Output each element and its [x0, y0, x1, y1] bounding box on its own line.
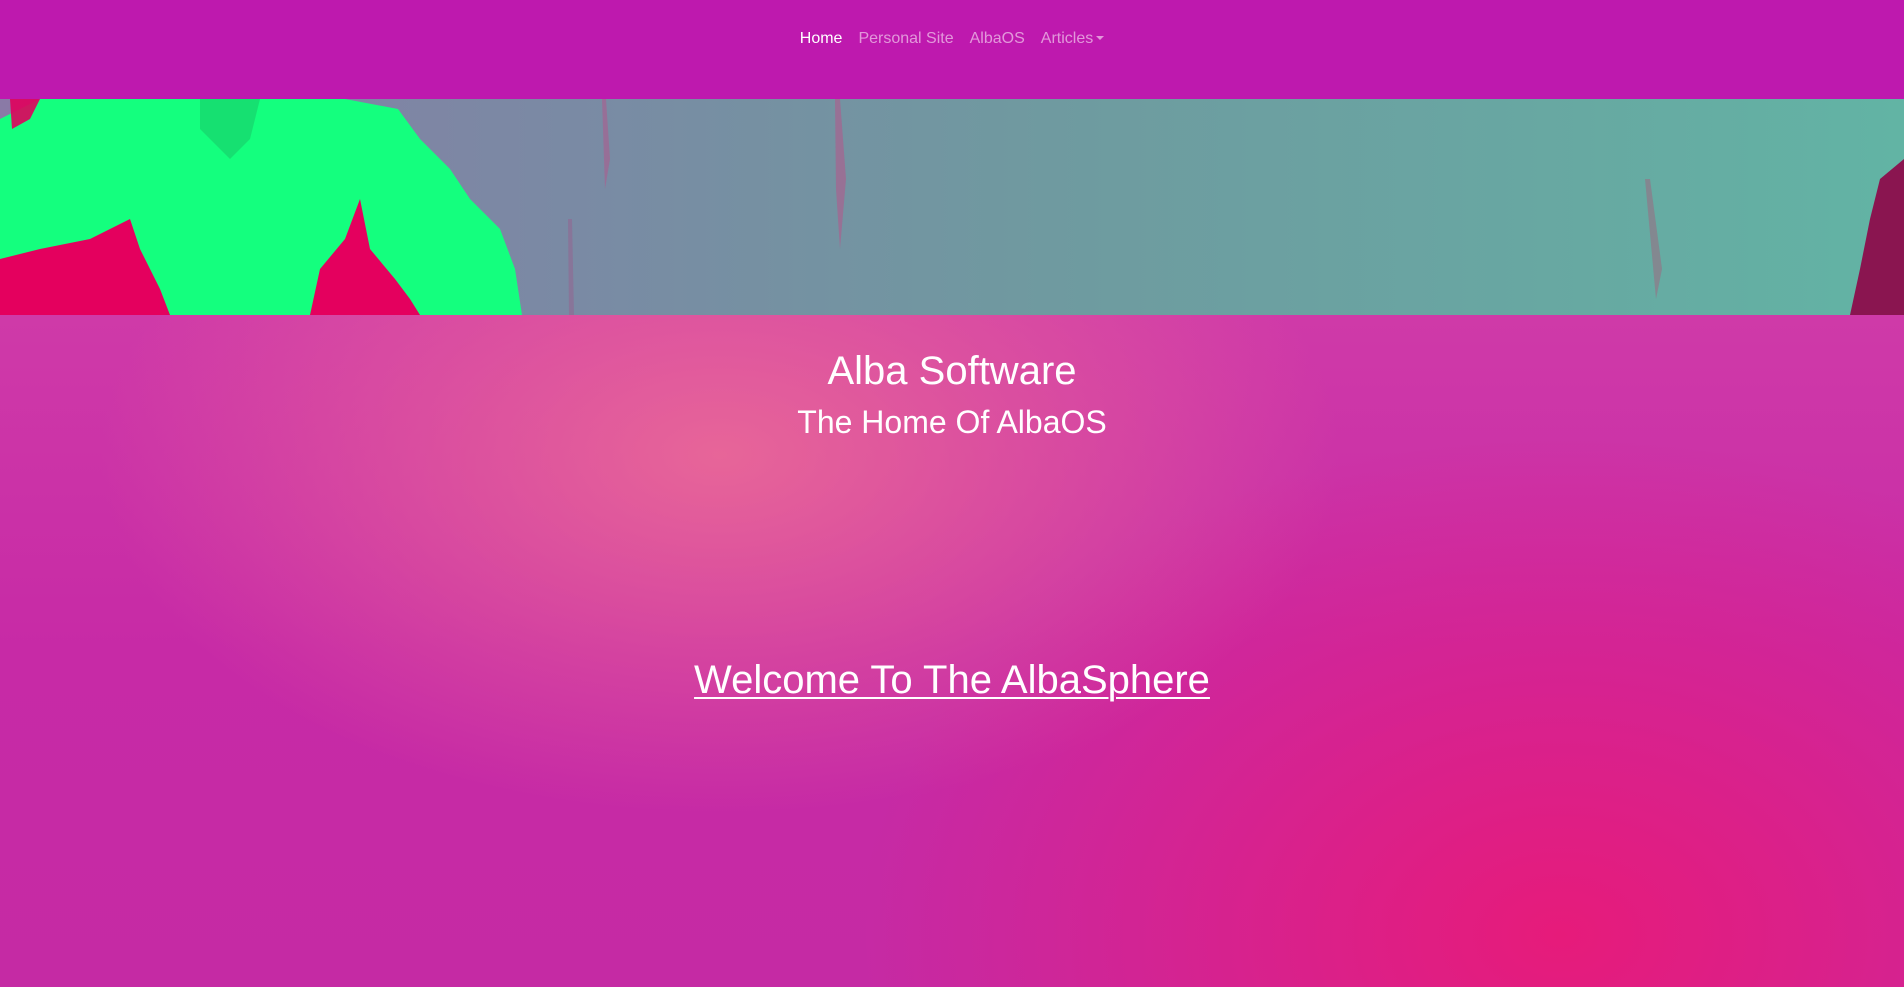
- nav-link-albaos[interactable]: AlbaOS: [962, 30, 1033, 47]
- site-subtitle: The Home Of AlbaOS: [797, 404, 1107, 440]
- nav-dropdown-articles[interactable]: Articles: [1033, 30, 1112, 47]
- nav-link-home[interactable]: Home: [792, 30, 851, 47]
- nav-item-albaos: AlbaOS: [962, 29, 1033, 49]
- nav-item-personal-site: Personal Site: [850, 29, 961, 49]
- welcome-heading: Welcome To The AlbaSphere: [694, 658, 1210, 702]
- nav-item-home: Home: [792, 29, 851, 49]
- nav-dropdown-articles-label: Articles: [1040, 30, 1094, 47]
- nav-item-articles: Articles: [1033, 29, 1112, 49]
- banner-artwork: [0, 99, 1904, 315]
- banner-image: [0, 99, 1904, 315]
- top-navbar: Home Personal Site AlbaOS Articles: [0, 0, 1904, 99]
- nav-menu: Home Personal Site AlbaOS Articles: [0, 29, 1904, 49]
- nav-link-personal-site[interactable]: Personal Site: [850, 30, 961, 47]
- caret-down-icon: [1096, 36, 1105, 40]
- site-title: Alba Software: [827, 349, 1077, 393]
- welcome-heading-container: Welcome To The AlbaSphere: [0, 656, 1904, 704]
